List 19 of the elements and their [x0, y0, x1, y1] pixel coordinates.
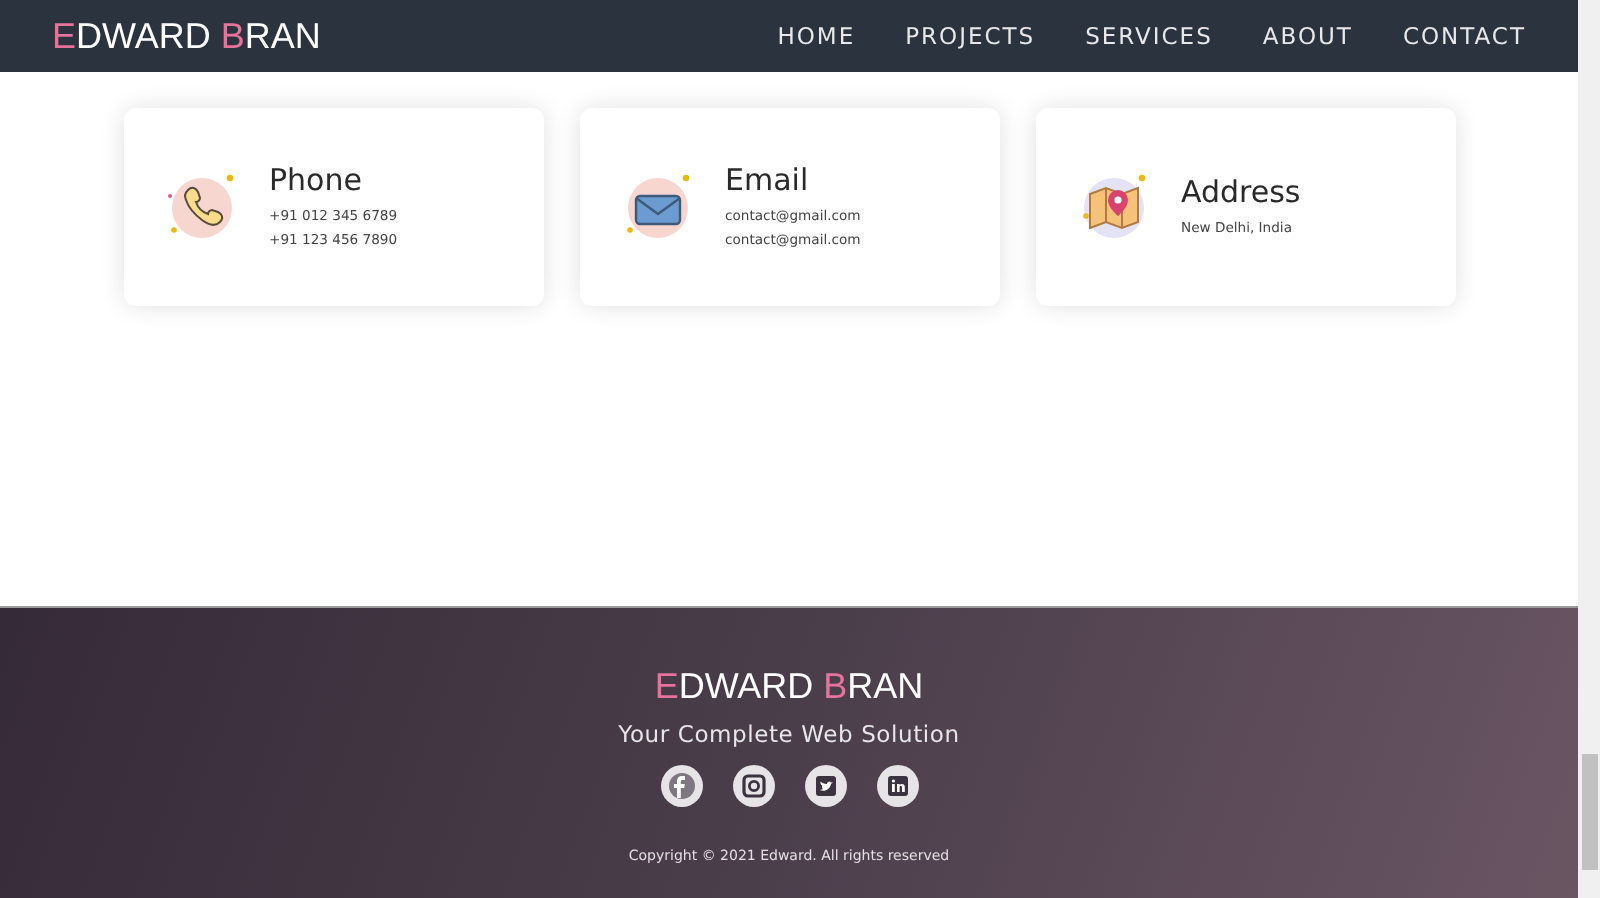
scrollbar-thumb[interactable] — [1581, 754, 1597, 870]
twitter-icon[interactable] — [803, 764, 847, 808]
envelope-icon — [621, 171, 693, 243]
card-title: Address — [1181, 174, 1301, 210]
card-title: Email — [725, 162, 811, 198]
nav-link[interactable]: PROJECTS — [905, 22, 1036, 50]
nav-link[interactable]: SERVICES — [1085, 22, 1213, 50]
card-title: Phone — [269, 162, 364, 198]
site-logo[interactable]: EDWARD BRAN — [52, 15, 321, 57]
facebook-icon[interactable] — [659, 764, 703, 808]
nav-link[interactable]: ABOUT — [1262, 22, 1353, 50]
map-pin-icon — [1077, 171, 1149, 243]
nav-link[interactable]: HOME — [777, 22, 856, 50]
footer-logo: EDWARD BRAN — [654, 666, 924, 708]
instagram-icon[interactable] — [731, 764, 775, 808]
tagline: Your Complete Web Solution — [618, 720, 960, 748]
linkedin-icon[interactable] — [875, 764, 919, 808]
phone-icon — [165, 171, 237, 243]
nav-link[interactable]: CONTACT — [1402, 22, 1526, 50]
